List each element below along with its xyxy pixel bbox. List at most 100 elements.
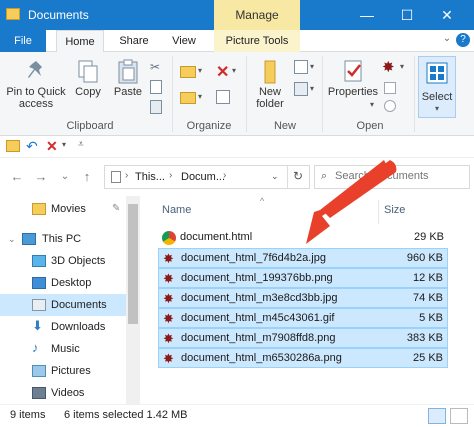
paste-shortcut-icon[interactable] <box>150 100 162 114</box>
image-icon: ✸ <box>163 291 174 306</box>
nav-item-documents[interactable]: Documents <box>0 294 126 316</box>
pc-icon <box>111 171 121 183</box>
file-row[interactable]: document.html 29 KB <box>158 228 448 248</box>
file-row[interactable]: ✸ document_html_m45c43061.gif 5 KB <box>158 308 448 328</box>
chevron-down-icon[interactable]: ▾ <box>62 140 66 149</box>
file-row[interactable]: ✸ document_html_7f6d4b2a.jpg 960 KB <box>158 248 448 268</box>
nav-item-pictures[interactable]: Pictures <box>0 360 126 382</box>
nav-item-desktop[interactable]: Desktop <box>0 272 126 294</box>
image-icon: ✸ <box>163 331 174 346</box>
chevron-right-icon: › <box>169 170 173 181</box>
open-with-icon[interactable]: ✸ <box>382 58 395 76</box>
file-row[interactable]: ✸ document_html_m6530286a.png 25 KB <box>158 348 448 368</box>
file-list: ^ Name Size document.html 29 KB ✸ docume… <box>142 196 474 404</box>
paste-label: Paste <box>113 86 143 98</box>
address-bar[interactable]: › This... › Docum... › ⌄ ↻ <box>104 165 310 189</box>
search-input[interactable] <box>335 170 467 182</box>
title-bar: Documents Manage — ☐ ✕ <box>0 0 474 30</box>
search-icon: ⌕ <box>321 170 328 182</box>
breadcrumb-this-pc[interactable]: This... <box>135 171 165 183</box>
back-button[interactable]: ← <box>8 168 26 186</box>
tab-view[interactable]: View <box>162 30 206 52</box>
large-icons-view-icon[interactable] <box>450 408 468 424</box>
nav-item-3d-objects[interactable]: 3D Objects <box>0 250 126 272</box>
folder-icon[interactable] <box>6 140 20 152</box>
pictures-icon <box>32 365 46 377</box>
nav-item-videos[interactable]: Videos <box>0 382 126 404</box>
delete-icon[interactable]: ✕ <box>216 62 229 82</box>
chevron-down-icon: ▾ <box>370 100 375 109</box>
quick-access-toolbar: ↶ ✕ ▾ ⩡ <box>0 136 474 158</box>
tab-picture-tools[interactable]: Picture Tools <box>214 30 300 52</box>
column-header-name[interactable]: Name <box>162 204 191 216</box>
desktop-icon <box>32 277 46 289</box>
history-icon[interactable] <box>384 100 396 112</box>
close-button[interactable]: ✕ <box>432 4 462 26</box>
nav-pane-scrollbar[interactable] <box>126 196 140 404</box>
undo-icon[interactable]: ↶ <box>26 138 38 155</box>
forward-button[interactable]: → <box>32 168 50 186</box>
ribbon-separator <box>246 56 247 132</box>
nav-item-movies[interactable]: Movies ✎ <box>0 198 126 220</box>
properties-button[interactable]: Properties <box>326 58 380 98</box>
chevron-down-icon[interactable]: ⌄ <box>271 171 279 182</box>
navigation-pane: Movies ✎ ⌄ This PC 3D Objects Desktop Do… <box>0 196 140 404</box>
column-separator[interactable] <box>378 200 379 224</box>
edit-icon[interactable] <box>384 82 396 94</box>
help-icon[interactable]: ? <box>456 33 470 47</box>
easy-access-icon[interactable] <box>294 82 308 96</box>
chevron-down-icon: ▾ <box>310 62 315 71</box>
ribbon-separator <box>414 56 415 132</box>
scrollbar-thumb[interactable] <box>128 204 138 324</box>
file-row[interactable]: ✸ document_html_m3e8cd3bb.jpg 74 KB <box>158 288 448 308</box>
chevron-down-icon[interactable]: ⌄ <box>8 228 16 250</box>
column-header-size[interactable]: Size <box>384 204 405 216</box>
image-icon: ✸ <box>163 251 174 266</box>
navigation-bar: ← → ⌄ ↑ › This... › Docum... › ⌄ ↻ ⌕ <box>0 158 474 196</box>
chevron-down-icon: ▾ <box>310 84 315 93</box>
move-to-icon[interactable] <box>180 66 196 78</box>
cut-icon[interactable]: ✂ <box>150 60 164 74</box>
copy-path-icon[interactable] <box>150 80 162 94</box>
pin-to-quick-access-button[interactable]: Pin to Quick access <box>4 58 68 110</box>
downloads-icon: ⬇ <box>32 318 43 333</box>
new-folder-button[interactable]: New folder <box>250 58 290 110</box>
file-row[interactable]: ✸ document_html_199376bb.png 12 KB <box>158 268 448 288</box>
nav-item-this-pc[interactable]: ⌄ This PC <box>0 228 126 250</box>
delete-icon[interactable]: ✕ <box>46 138 58 155</box>
nav-item-music[interactable]: ♪ Music <box>0 338 126 360</box>
customize-toolbar-icon[interactable]: ⩡ <box>78 139 84 150</box>
tab-share[interactable]: Share <box>112 30 156 52</box>
copy-label: Copy <box>75 86 101 98</box>
tab-file[interactable]: File <box>0 30 46 52</box>
file-row[interactable]: ✸ document_html_m7908ffd8.png 383 KB <box>158 328 448 348</box>
copy-icon <box>78 60 98 83</box>
details-view-icon[interactable] <box>428 408 446 424</box>
select-button[interactable]: Select ▾ <box>418 56 456 118</box>
breadcrumb-documents[interactable]: Docum... <box>181 171 225 183</box>
search-box[interactable]: ⌕ <box>314 165 470 189</box>
chrome-icon <box>162 231 176 245</box>
chevron-down-icon[interactable]: ⌄ <box>440 33 454 47</box>
minimize-button[interactable]: — <box>352 4 382 26</box>
manage-context-tab[interactable]: Manage <box>214 0 300 30</box>
maximize-button[interactable]: ☐ <box>392 4 422 26</box>
tab-home[interactable]: Home <box>56 30 104 53</box>
up-button[interactable]: ↑ <box>78 168 96 186</box>
copy-button[interactable]: Copy <box>70 58 106 98</box>
copy-to-icon[interactable] <box>180 92 196 104</box>
new-folder-label-line2: folder <box>256 98 284 110</box>
nav-item-downloads[interactable]: ⬇ Downloads <box>0 316 126 338</box>
image-icon: ✸ <box>163 311 174 326</box>
paste-button[interactable]: Paste <box>110 58 146 98</box>
ribbon-separator <box>172 56 173 132</box>
rename-icon[interactable] <box>216 90 230 104</box>
recent-locations-button[interactable]: ⌄ <box>56 168 74 186</box>
sort-ascending-icon: ^ <box>260 196 265 206</box>
open-group-label: Open <box>356 120 384 132</box>
chevron-down-icon: ▾ <box>198 66 203 75</box>
window-title: Documents <box>28 8 89 22</box>
refresh-button[interactable]: ↻ <box>293 169 303 183</box>
new-item-icon[interactable] <box>294 60 308 74</box>
chevron-down-icon: ▾ <box>198 92 203 101</box>
